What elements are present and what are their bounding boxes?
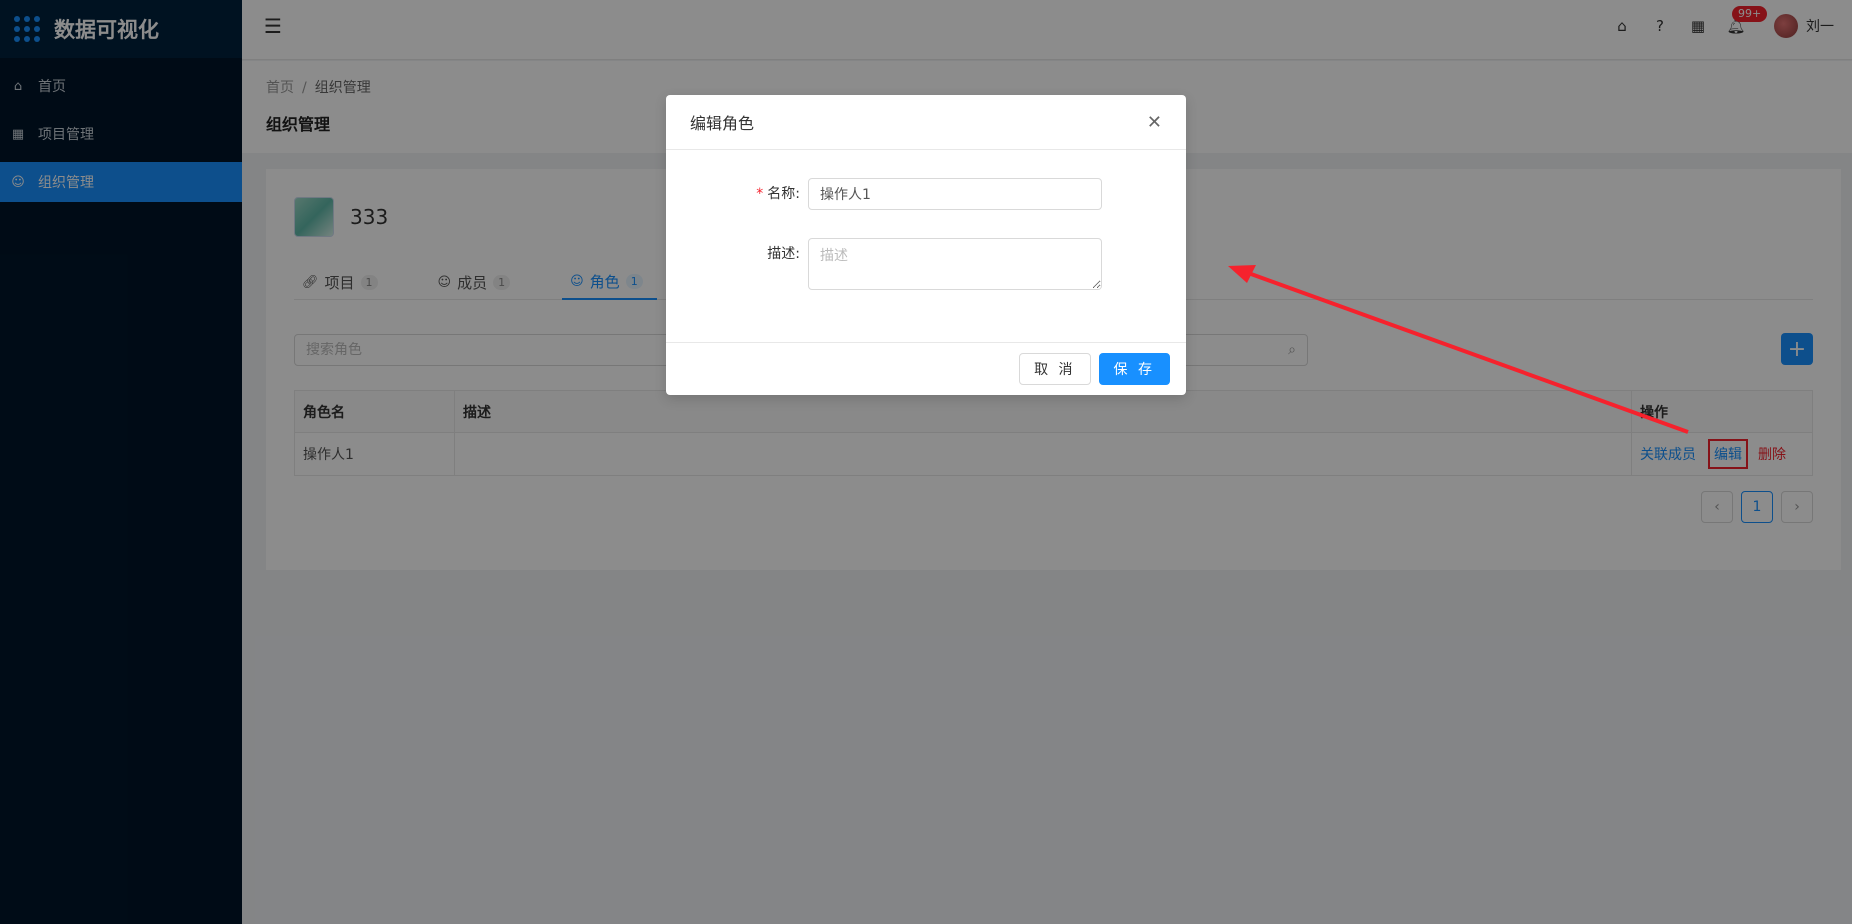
name-label: * 名称: <box>666 178 808 210</box>
modal-footer: 取 消 保 存 <box>666 342 1186 395</box>
name-label-text: 名称: <box>767 186 800 202</box>
name-input[interactable] <box>808 178 1102 210</box>
edit-role-dialog: 编辑角色 ✕ *名称: 描述: 取 消 保 存 <box>666 95 1186 395</box>
modal-header: 编辑角色 ✕ <box>666 95 1186 150</box>
desc-label: 描述: <box>767 246 800 262</box>
desc-textarea[interactable] <box>808 238 1102 290</box>
cancel-button[interactable]: 取 消 <box>1019 353 1091 385</box>
required-mark: * <box>756 186 764 202</box>
close-icon[interactable]: ✕ <box>1147 112 1162 133</box>
save-button[interactable]: 保 存 <box>1098 353 1170 385</box>
name-form-row: * 名称: <box>666 178 1102 210</box>
modal-title: 编辑角色 <box>690 114 755 133</box>
desc-form-row: 描述: <box>666 238 1102 290</box>
